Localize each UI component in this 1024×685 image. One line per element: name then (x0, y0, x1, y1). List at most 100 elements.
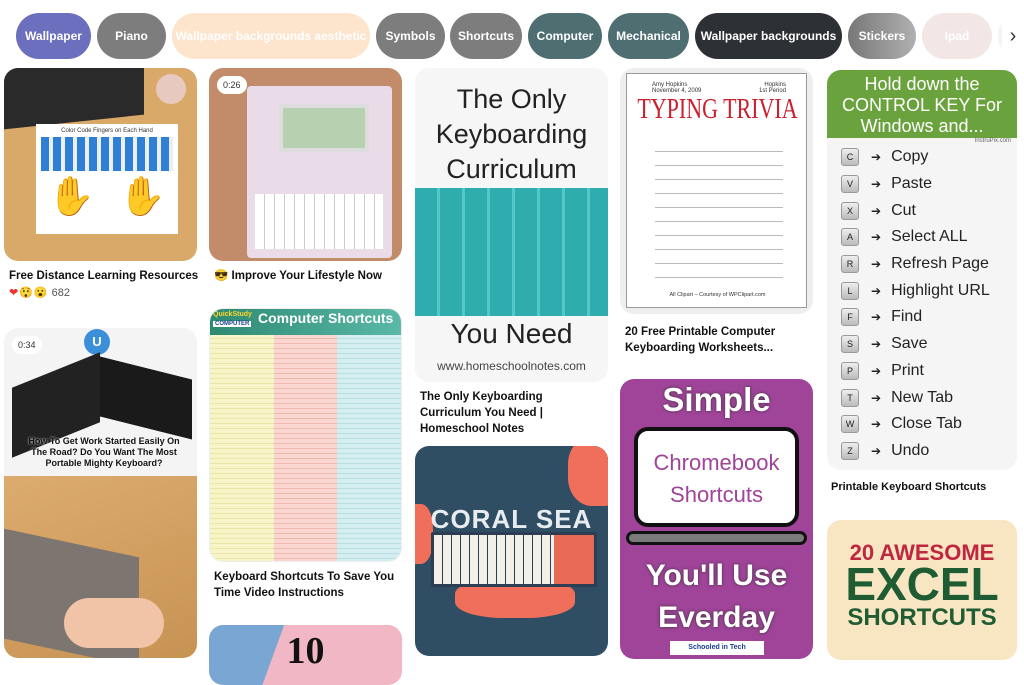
arrow-right-icon: ➔ (871, 257, 882, 272)
shortcut-row: T ➔ New Tab (841, 384, 1017, 411)
pin-computer-shortcuts-chart[interactable]: QuickStudy COMPUTER Computer Shortcuts (209, 308, 402, 562)
keyboard-case (247, 86, 392, 258)
arrow-right-icon: ➔ (871, 390, 882, 405)
keyboard-photo (4, 68, 144, 130)
wow-reaction-icon: 😲 (19, 287, 33, 299)
arrow-right-icon: ➔ (871, 337, 882, 352)
reactions: ❤ 😲 😮 682 (9, 286, 70, 300)
key-cap: X (841, 201, 859, 220)
key-cap: S (841, 335, 859, 354)
keyboard-photo (431, 532, 597, 587)
worksheet: Color Code Fingers on Each Hand ✋ ✋ (36, 124, 178, 234)
shortcut-action: Highlight URL (891, 281, 990, 299)
arrow-right-icon: ➔ (871, 230, 882, 245)
video-overlay-text: How To Get Work Started Easily On The Ro… (28, 436, 180, 468)
trivia-text-lines (655, 144, 783, 284)
pin-caption[interactable]: Keyboard Shortcuts To Save You Time Vide… (214, 569, 399, 601)
key-cap: P (841, 361, 859, 380)
shortcut-row: S ➔ Save (841, 331, 1017, 358)
shortcut-columns (210, 335, 401, 561)
sunglasses-emoji-icon: 😎 (214, 270, 229, 282)
chip-ipad[interactable]: Ipad (922, 13, 992, 59)
shortcut-row: A ➔ Select ALL (841, 224, 1017, 251)
chip-wallpaper-backgrounds-aesthetic[interactable]: Wallpaper backgrounds aesthetic (172, 13, 370, 59)
pin-caption[interactable]: Free Distance Learning Resources (9, 268, 198, 284)
pin-number-ten[interactable]: 10 (209, 625, 402, 685)
shortcut-row: L ➔ Highlight URL (841, 277, 1017, 304)
magnet-icon: U (84, 329, 110, 355)
arrow-right-icon: ➔ (871, 363, 882, 378)
keyboard-right-half (100, 356, 192, 440)
pin-excel-shortcuts[interactable]: 20 AWESOME EXCEL SHORTCUTS (827, 520, 1017, 660)
arrow-right-icon: ➔ (871, 177, 882, 192)
shortcut-action: Find (891, 308, 923, 326)
video-duration: 0:34 (12, 336, 42, 354)
key-cap: W (841, 415, 859, 434)
pin-chromebook-shortcuts[interactable]: Simple Chromebook Shortcuts You'll Use E… (620, 379, 813, 659)
shortcut-row: V ➔ Paste (841, 171, 1017, 198)
chip-wallpaper[interactable]: Wallpaper (16, 13, 91, 59)
pin-free-distance-learning[interactable]: Color Code Fingers on Each Hand ✋ ✋ (4, 68, 197, 261)
chip-symbols[interactable]: Symbols (376, 13, 445, 59)
shortcut-action: Select ALL (891, 228, 968, 246)
category-chips: Wallpaper Piano Wallpaper backgrounds ae… (0, 13, 1024, 59)
mini-keyboard (255, 194, 383, 249)
image-headline: The Only Keyboarding Curriculum (435, 84, 588, 184)
pin-caption[interactable]: 20 Free Printable Computer Keyboarding W… (625, 324, 810, 356)
shortcut-row: C ➔ Copy (841, 144, 1017, 171)
left-hand-icon: ✋ (47, 176, 96, 218)
heart-reaction-icon: ❤ (9, 287, 19, 299)
pin-caption[interactable]: 😎 Improve Your Lifestyle Now (214, 268, 382, 284)
image-header: Hold down the CONTROL KEY For Windows an… (827, 70, 1017, 138)
right-hand-icon: ✋ (118, 176, 167, 218)
arrow-right-icon: ➔ (871, 203, 882, 218)
brand: QuickStudy (213, 311, 252, 318)
shortcut-row: F ➔ Find (841, 304, 1017, 331)
arrow-right-icon: ➔ (871, 150, 882, 165)
arrow-right-icon: ➔ (871, 310, 882, 325)
chip-computer[interactable]: Computer (528, 13, 602, 59)
laptop-base (626, 531, 807, 545)
worksheet-title: Color Code Fingers on Each Hand (61, 128, 153, 134)
shortcut-row: P ➔ Print (841, 358, 1017, 385)
shortcut-list: C ➔ Copy V ➔ Paste X ➔ Cut A ➔ Select ALL R ➔ Refresh … (827, 144, 1017, 464)
phone-screen (279, 104, 369, 152)
chip-wallpaper-backgrounds[interactable]: Wallpaper backgrounds (695, 13, 842, 59)
shortcut-action: Close Tab (891, 415, 962, 433)
shortcut-action: Refresh Page (891, 255, 989, 273)
shortcut-action: Undo (891, 441, 930, 459)
chart-title: Computer Shortcuts (258, 310, 394, 326)
key-cap: C (841, 148, 859, 167)
worksheet-title: TYPING TRIVIA (637, 92, 798, 125)
shortcut-action: Paste (891, 175, 932, 193)
shortcut-row: R ➔ Refresh Page (841, 251, 1017, 278)
key-cap: A (841, 228, 859, 247)
key-cap: T (841, 388, 859, 407)
shortcut-row: W ➔ Close Tab (841, 411, 1017, 438)
pin-phone-keyboard-video[interactable]: 0:26 (209, 68, 402, 261)
key-cap: Z (841, 441, 859, 460)
pin-keyboarding-curriculum[interactable]: The Only Keyboarding Curriculum You Need… (415, 68, 608, 382)
chip-stickers[interactable]: Stickers (848, 13, 916, 59)
image-title: CORAL SEA (430, 504, 593, 534)
pin-typing-trivia[interactable]: Amy Hopkins November 4, 2009 Hopkins 1st P… (620, 68, 813, 314)
arrow-right-icon: ➔ (871, 283, 882, 298)
pin-caption[interactable]: Printable Keyboard Shortcuts (831, 479, 1016, 495)
keyboard-chart (41, 137, 173, 171)
shortcut-action: Copy (891, 148, 929, 166)
shortcut-action: Print (891, 361, 924, 379)
shortcut-action: New Tab (891, 388, 954, 406)
pin-portable-keyboard-video[interactable]: 0:34 U How To Get Work Started Easily On… (4, 328, 197, 658)
key-cap: V (841, 175, 859, 194)
arrow-right-icon: ➔ (871, 443, 882, 458)
chip-mechanical[interactable]: Mechanical (608, 13, 689, 59)
pin-caption[interactable]: The Only Keyboarding Curriculum You Need… (420, 389, 605, 437)
pin-control-key-shortcuts[interactable]: Hold down the CONTROL KEY For Windows an… (827, 70, 1017, 470)
pin-coral-sea-keyboard[interactable]: CORAL SEA (415, 446, 608, 656)
shortcut-action: Save (891, 335, 928, 353)
chip-shortcuts[interactable]: Shortcuts (450, 13, 522, 59)
worksheet: Amy Hopkins November 4, 2009 Hopkins 1st P… (626, 73, 807, 308)
scroll-right-chevron-icon[interactable]: › (1002, 13, 1024, 59)
video-duration: 0:26 (217, 76, 247, 94)
chip-piano[interactable]: Piano (97, 13, 166, 59)
